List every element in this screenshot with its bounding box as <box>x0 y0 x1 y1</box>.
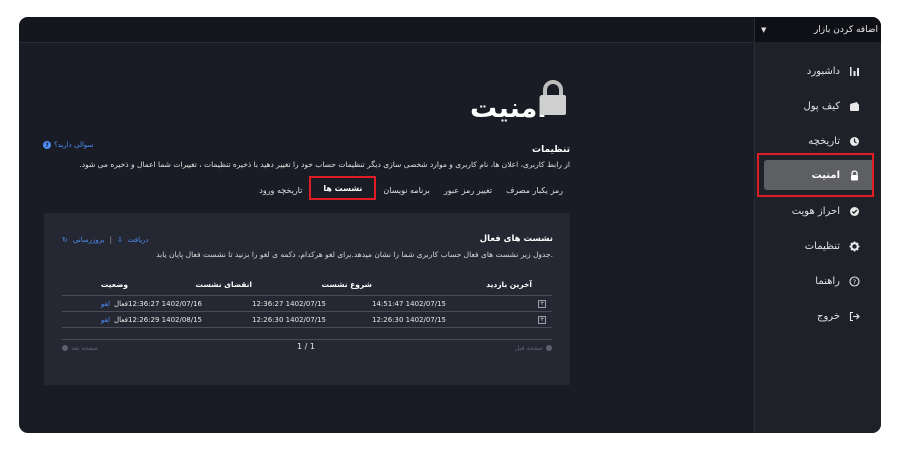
add-market-select[interactable]: اضافه کردن بازار ▼ <box>755 17 881 42</box>
wallet-icon <box>849 101 860 112</box>
start-cell: 12:26:30 1402/07/15 <box>252 311 372 328</box>
arrow-right-icon <box>546 345 552 351</box>
tab-bar: رمز یکبار مصرف تغییر رمز عبور برنامه نوی… <box>252 176 570 200</box>
expand-cell: + <box>532 295 552 312</box>
refresh-link[interactable]: بروزرسانی <box>73 236 105 244</box>
section-title: تنظیمات <box>532 145 570 155</box>
prev-page-button[interactable]: صفحه قبل <box>514 344 552 352</box>
sidebar-item-wallet[interactable]: کیف پول <box>764 91 874 121</box>
tab-sessions[interactable]: نشست ها <box>309 176 377 200</box>
column-header-start: شروع نشست <box>252 280 372 296</box>
sidebar-item-help[interactable]: راهنما ? <box>764 266 874 296</box>
status-text: فعال <box>114 315 128 324</box>
svg-text:?: ? <box>853 278 856 286</box>
sessions-table: وضعیت انقضای نشست شروع نشست آخرین بازدید… <box>62 280 552 328</box>
last-visit-cell: 12:26:30 1402/07/15 <box>372 311 532 328</box>
last-visit-cell: 14:51:47 1402/07/15 <box>372 295 532 312</box>
sidebar-item-label: احراز هویت <box>791 205 840 217</box>
section-description: از رابط کاربری، اعلان ها، نام کاربری و م… <box>79 160 570 169</box>
lock-icon <box>538 80 568 116</box>
page-title: امنیت <box>470 93 547 124</box>
question-circle-icon: ? <box>849 275 860 287</box>
status-cell: لغو فعال <box>62 295 128 312</box>
sidebar-item-label: کیف پول <box>803 100 840 112</box>
next-page-label: صفحه بعد <box>71 344 98 352</box>
check-circle-icon <box>849 206 860 217</box>
sidebar-item-verification[interactable]: احراز هویت <box>764 196 874 226</box>
sidebar-item-logout[interactable]: خروج <box>764 301 874 331</box>
expand-row-icon[interactable]: + <box>538 316 546 324</box>
column-header-last-visit: آخرین بازدید <box>372 280 532 296</box>
sidebar-item-dashboard[interactable]: داشبورد <box>764 56 874 86</box>
pagination: صفحه قبل 1 / 1 صفحه بعد <box>62 339 552 354</box>
arrow-left-icon <box>62 345 68 351</box>
card-actions: ↻ بروزرسانی | ⇩ دریافت <box>62 236 149 244</box>
status-text: فعال <box>114 299 128 308</box>
sidebar-item-label: تاریخچه <box>808 135 840 147</box>
download-icon: ⇩ <box>116 236 123 244</box>
lock-icon <box>849 169 860 181</box>
table-row: لغو فعال 12:26:29 1402/08/15 12:26:30 14… <box>62 311 552 328</box>
help-link-label: سوالی دارید؟ <box>54 141 94 149</box>
sidebar-item-history[interactable]: تاریخچه <box>764 126 874 156</box>
prev-page-label: صفحه قبل <box>514 344 543 352</box>
tab-otp[interactable]: رمز یکبار مصرف <box>499 181 570 199</box>
gear-icon <box>849 241 860 252</box>
divider: | <box>109 236 112 244</box>
column-header-end: انقضای نشست <box>128 280 252 296</box>
logout-icon <box>849 311 860 322</box>
end-cell: 12:26:29 1402/08/15 <box>128 311 252 328</box>
expand-cell: + <box>532 311 552 328</box>
sidebar-item-label: تنظیمات <box>804 240 840 252</box>
expand-row-icon[interactable]: + <box>538 300 546 308</box>
table-header: وضعیت انقضای نشست شروع نشست آخرین بازدید <box>62 280 552 296</box>
tab-change-password[interactable]: تغییر رمز عبور <box>437 181 499 199</box>
sidebar-item-label: خروج <box>817 310 840 322</box>
market-select-label: اضافه کردن بازار <box>813 24 878 35</box>
help-link[interactable]: سوالی دارید؟ ? <box>43 141 93 149</box>
tab-developers[interactable]: برنامه نویسان <box>376 181 436 199</box>
top-bar <box>19 17 754 43</box>
main-content: امنیت تنظیمات سوالی دارید؟ ? از رابط کار… <box>19 43 754 433</box>
sidebar-item-security[interactable]: امنیت <box>764 160 874 190</box>
clock-icon <box>849 136 860 147</box>
bar-chart-icon <box>849 66 860 77</box>
sidebar-item-label: داشبورد <box>806 65 840 77</box>
sidebar-item-label: راهنما <box>815 275 840 287</box>
column-header-status: وضعیت <box>62 280 128 296</box>
status-cell: لغو فعال <box>62 311 128 328</box>
refresh-icon: ↻ <box>62 236 68 244</box>
caret-down-icon: ▼ <box>761 25 767 34</box>
tab-login-history[interactable]: تاریخچه ورود <box>252 181 309 199</box>
sidebar-item-settings[interactable]: تنظیمات <box>764 231 874 261</box>
end-cell: 12:36:27 1402/07/16 <box>128 295 252 312</box>
sessions-title: نشست های فعال <box>479 234 553 244</box>
cancel-session-button[interactable]: لغو <box>101 316 110 324</box>
column-header-expand <box>532 280 552 296</box>
sidebar-item-label: امنیت <box>811 169 840 181</box>
download-link[interactable]: دریافت <box>128 236 149 244</box>
sessions-description: جدول زیر نشست های فعال حساب کاربری شما ر… <box>156 250 553 259</box>
cancel-session-button[interactable]: لغو <box>101 300 110 308</box>
question-icon: ? <box>43 141 51 149</box>
start-cell: 12:36:27 1402/07/15 <box>252 295 372 312</box>
sessions-card: نشست های فعال جدول زیر نشست های فعال حسا… <box>44 213 570 385</box>
app-window: اضافه کردن بازار ▼ داشبورد کیف پول تاریخ… <box>19 17 881 433</box>
next-page-button[interactable]: صفحه بعد <box>62 344 98 352</box>
table-row: لغو فعال 12:36:27 1402/07/16 12:36:27 14… <box>62 295 552 312</box>
page-indicator: 1 / 1 <box>297 342 315 351</box>
sidebar: اضافه کردن بازار ▼ داشبورد کیف پول تاریخ… <box>754 17 881 433</box>
